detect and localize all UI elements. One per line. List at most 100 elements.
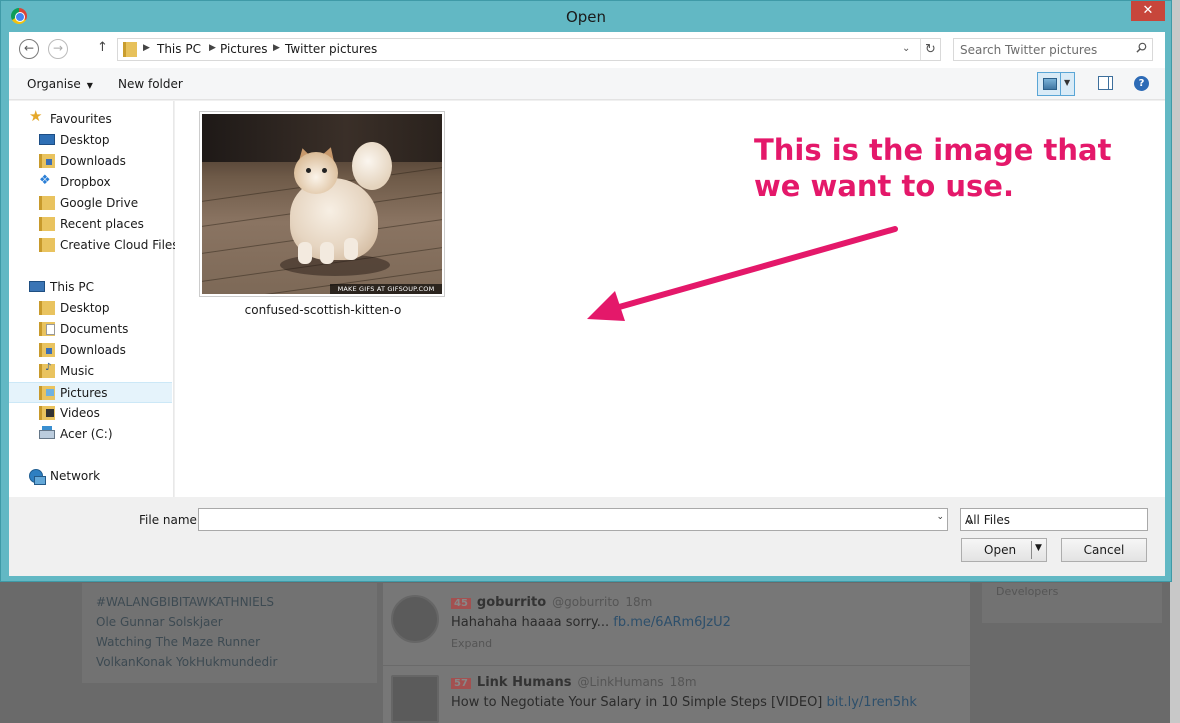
- folder-icon: [39, 196, 55, 210]
- navigation-pane: ★ Favourites Desktop Downloads ❖ Dropbox G…: [9, 101, 179, 497]
- open-dialog: Open ✕ ← → ↑ ▶ This PC ▶ Pictures ▶ Twit…: [0, 0, 1172, 582]
- search-box[interactable]: [953, 38, 1153, 61]
- new-folder-button[interactable]: New folder: [118, 77, 183, 91]
- developers-link[interactable]: Developers: [996, 585, 1058, 598]
- tweet-stream: 45 goburrito @goburrito 18m Hahahaha haaaa …: [383, 583, 970, 723]
- downloads-folder-icon: [39, 154, 55, 168]
- help-icon[interactable]: ?: [1134, 76, 1149, 91]
- chevron-down-icon[interactable]: ⌄: [965, 513, 1143, 527]
- desktop-icon: [39, 134, 55, 145]
- sidebar-item-downloads[interactable]: Downloads: [9, 340, 172, 361]
- sidebar-item-network[interactable]: Network: [9, 466, 172, 487]
- caret-down-icon: ▼: [86, 81, 93, 90]
- tweet-text: How to Negotiate Your Salary in 10 Simpl…: [451, 695, 917, 710]
- open-button[interactable]: Open ▼: [961, 538, 1047, 562]
- trend-item: VolkanKonak YokHukmundedir: [96, 655, 278, 669]
- sidebar-item-music[interactable]: Music: [9, 361, 172, 382]
- star-icon: ★: [29, 107, 43, 125]
- chevron-right-icon[interactable]: ▶: [143, 43, 150, 53]
- expand-link[interactable]: Expand: [451, 637, 492, 650]
- documents-folder-icon: [39, 322, 55, 336]
- trend-item: #WALANGBIBITAWKATHNIELS: [96, 595, 274, 609]
- computer-icon: [29, 281, 45, 292]
- sidebar-item-favourites[interactable]: ★ Favourites: [9, 109, 172, 130]
- back-button[interactable]: ←: [19, 39, 39, 59]
- folder-icon: [39, 238, 55, 252]
- caret-down-icon[interactable]: ▼: [1064, 78, 1070, 87]
- tweet-link[interactable]: fb.me/6ARm6JzU2: [613, 615, 731, 630]
- search-input[interactable]: [954, 39, 1129, 60]
- dialog-body: ← → ↑ ▶ This PC ▶ Pictures ▶ Twitter pic…: [9, 32, 1165, 576]
- forward-button[interactable]: →: [48, 39, 68, 59]
- trend-item: Ole Gunnar Solskjaer: [96, 615, 223, 629]
- watermark: MAKE GIFS AT GIFSOUP.COM: [330, 284, 442, 294]
- chevron-right-icon[interactable]: ▶: [273, 43, 280, 53]
- chevron-down-icon[interactable]: ⌄: [902, 43, 910, 54]
- command-bar: Organise ▼ New folder ▼ ?: [9, 68, 1165, 100]
- sidebar-item-desktop[interactable]: Desktop: [9, 130, 172, 151]
- annotation-line: we want to use.: [754, 169, 1014, 203]
- close-button[interactable]: ✕: [1131, 1, 1165, 21]
- kitten-image: MAKE GIFS AT GIFSOUP.COM: [202, 114, 442, 294]
- annotation-arrow: [587, 226, 898, 321]
- kitten-thumbnail[interactable]: MAKE GIFS AT GIFSOUP.COM: [199, 111, 445, 297]
- annotation-line: This is the image that: [754, 133, 1112, 167]
- trend-item: Watching The Maze Runner: [96, 635, 260, 649]
- sidebar-item-dropbox[interactable]: ❖ Dropbox: [9, 172, 172, 193]
- tweet-link[interactable]: bit.ly/1ren5hk: [827, 695, 917, 710]
- annotation-text: This is the image that we want to use.: [754, 132, 1112, 204]
- breadcrumb-this-pc[interactable]: This PC: [157, 42, 201, 56]
- sidebar-item-google-drive[interactable]: Google Drive: [9, 193, 172, 214]
- sidebar-item-documents[interactable]: Documents: [9, 319, 172, 340]
- file-name-label: confused-scottish-kitten-o: [244, 303, 402, 317]
- recent-places-icon: [39, 217, 55, 231]
- chevron-down-icon[interactable]: ⌄: [936, 512, 944, 522]
- tweet-author: 45 goburrito @goburrito 18m: [451, 595, 652, 610]
- view-icon: [1043, 78, 1057, 90]
- refresh-button[interactable]: ↻: [920, 39, 940, 60]
- sidebar-item-pictures[interactable]: Pictures: [9, 382, 172, 403]
- developers-card: Developers: [982, 583, 1162, 623]
- dropbox-icon: ❖: [39, 173, 51, 188]
- sidebar-item-this-pc[interactable]: This PC: [9, 277, 172, 298]
- avatar: [391, 595, 439, 643]
- tweet-text: Hahahaha haaaa sorry... fb.me/6ARm6JzU2: [451, 615, 731, 630]
- address-bar[interactable]: ▶ This PC ▶ Pictures ▶ Twitter pictures …: [117, 38, 941, 61]
- sidebar-item-desktop[interactable]: Desktop: [9, 298, 172, 319]
- file-name-field[interactable]: [199, 509, 927, 530]
- sidebar-item-recent-places[interactable]: Recent places: [9, 214, 172, 235]
- tweet: 45 goburrito @goburrito 18m Hahahaha haaaa …: [391, 595, 961, 665]
- dialog-title: Open: [565, 8, 607, 26]
- breadcrumb-twitter-pictures[interactable]: Twitter pictures: [285, 42, 377, 56]
- caret-down-icon[interactable]: ▼: [1035, 543, 1042, 553]
- navigation-row: ← → ↑ ▶ This PC ▶ Pictures ▶ Twitter pic…: [9, 32, 1165, 68]
- sidebar-item-videos[interactable]: Videos: [9, 403, 172, 424]
- breadcrumb-pictures[interactable]: Pictures: [220, 42, 268, 56]
- cancel-button[interactable]: Cancel: [1061, 538, 1147, 562]
- preview-pane-icon[interactable]: [1098, 76, 1113, 90]
- file-type-select[interactable]: All Files ⌄: [960, 508, 1148, 531]
- title-bar[interactable]: Open ✕: [1, 1, 1171, 32]
- chevron-right-icon[interactable]: ▶: [209, 43, 216, 53]
- up-button[interactable]: ↑: [97, 40, 108, 55]
- search-icon[interactable]: [1136, 42, 1147, 53]
- change-view-button[interactable]: ▼: [1037, 72, 1075, 96]
- videos-folder-icon: [39, 406, 55, 420]
- network-icon: [29, 469, 46, 485]
- file-item[interactable]: MAKE GIFS AT GIFSOUP.COM confused-scotti…: [199, 111, 447, 321]
- sidebar-item-acer-c[interactable]: Acer (C:): [9, 424, 172, 445]
- avatar: [391, 675, 439, 723]
- pictures-folder-icon: [39, 386, 55, 400]
- organise-menu[interactable]: Organise ▼: [27, 77, 93, 91]
- sidebar-item-downloads[interactable]: Downloads: [9, 151, 172, 172]
- tweet-author: 57 Link Humans @LinkHumans 18m: [451, 675, 697, 690]
- folder-icon: [39, 301, 55, 315]
- sidebar-item-creative-cloud-files[interactable]: Creative Cloud Files: [9, 235, 179, 256]
- file-name-combobox[interactable]: ⌄: [198, 508, 948, 531]
- drive-icon: [39, 426, 55, 439]
- dialog-footer: File name: ⌄ All Files ⌄ Open ▼ Cancel: [9, 498, 1165, 576]
- tweet: 57 Link Humans @LinkHumans 18m How to Negot…: [391, 675, 961, 723]
- music-folder-icon: [39, 362, 55, 378]
- file-name-label: File name:: [139, 513, 201, 527]
- downloads-folder-icon: [39, 343, 55, 357]
